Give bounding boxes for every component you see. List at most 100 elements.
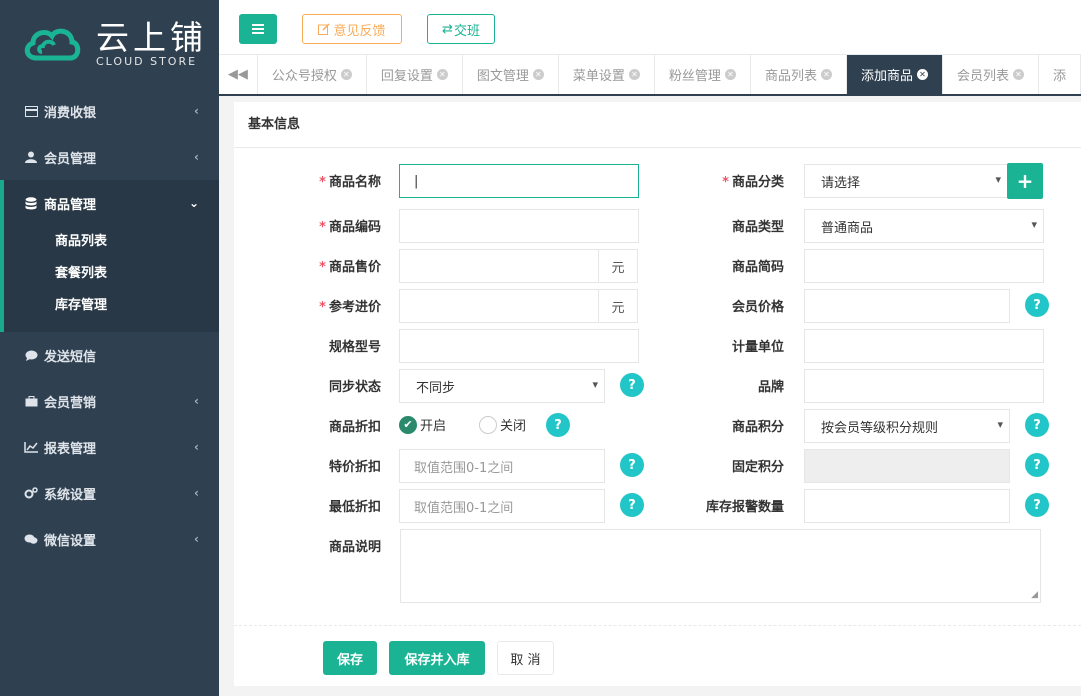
tab-scroll-left-button[interactable]: ◀◀ bbox=[219, 55, 258, 94]
close-icon[interactable]: ✕ bbox=[340, 69, 352, 80]
logo-title: 云上铺 bbox=[96, 17, 207, 57]
discount-off-radio[interactable]: 关闭 bbox=[479, 415, 526, 434]
tab-label: 会员列表 bbox=[956, 69, 1009, 84]
measure-unit-label: 计量单位 bbox=[731, 340, 784, 355]
sidebar-item-sms[interactable]: 发送短信 bbox=[0, 332, 219, 378]
add-category-button[interactable]: + bbox=[1007, 163, 1043, 199]
short-code-input[interactable] bbox=[804, 249, 1044, 283]
product-category-select[interactable]: 请选择 bbox=[804, 164, 1008, 198]
tab-fans-mgmt[interactable]: 粉丝管理 ✕ bbox=[655, 55, 751, 94]
radio-circle-icon bbox=[479, 415, 497, 434]
help-icon[interactable]: ? bbox=[1025, 413, 1049, 437]
tab-bar: ◀◀ 公众号授权 ✕ 回复设置 ✕ 图文管理 ✕ 菜单设置 ✕ 粉丝管理 ✕ 商品列表 ✕ … bbox=[219, 55, 1081, 96]
spec-input[interactable] bbox=[399, 329, 639, 363]
sidebar-subitem-package-list[interactable]: 套餐列表 bbox=[4, 258, 219, 290]
product-code-input[interactable] bbox=[399, 209, 639, 243]
ref-price-input[interactable] bbox=[399, 289, 599, 323]
sidebar-subitem-inventory[interactable]: 库存管理 bbox=[4, 290, 219, 322]
sidebar-item-label: 发送短信 bbox=[44, 349, 97, 365]
tab-label: 图文管理 bbox=[476, 69, 529, 84]
card-icon bbox=[24, 104, 38, 118]
help-icon[interactable]: ? bbox=[1025, 493, 1049, 517]
edit-icon bbox=[318, 23, 331, 35]
product-type-select[interactable]: 普通商品 bbox=[804, 209, 1044, 243]
close-icon[interactable]: ✕ bbox=[628, 69, 640, 80]
measure-unit-input[interactable] bbox=[804, 329, 1044, 363]
tab-label: 公众号授权 bbox=[271, 69, 337, 84]
menu-toggle-button[interactable] bbox=[239, 14, 277, 44]
close-icon[interactable]: ✕ bbox=[1012, 69, 1024, 80]
user-icon bbox=[24, 150, 38, 164]
sale-price-unit: 元 bbox=[598, 249, 638, 283]
chevron-left-icon: ‹ bbox=[194, 394, 199, 408]
logo[interactable]: 云上铺 CLOUD STORE bbox=[0, 0, 219, 88]
tab-menu-settings[interactable]: 菜单设置 ✕ bbox=[559, 55, 655, 94]
sync-status-select[interactable]: 不同步 bbox=[399, 369, 605, 403]
resize-grip-icon[interactable]: ◢ bbox=[1031, 590, 1038, 600]
close-icon[interactable]: ✕ bbox=[436, 69, 448, 80]
help-icon[interactable]: ? bbox=[1025, 453, 1049, 477]
tab-product-list[interactable]: 商品列表 ✕ bbox=[751, 55, 847, 94]
description-label: 商品说明 bbox=[328, 540, 381, 555]
tab-member-list[interactable]: 会员列表 ✕ bbox=[943, 55, 1039, 94]
special-discount-input[interactable]: 取值范围0-1之间 bbox=[399, 449, 605, 483]
divider bbox=[234, 625, 1081, 626]
member-price-input[interactable] bbox=[804, 289, 1010, 323]
cancel-button[interactable]: 取 消 bbox=[497, 641, 554, 675]
chevron-down-icon: ⌄ bbox=[188, 196, 199, 210]
feedback-label: 意见反馈 bbox=[333, 23, 386, 39]
sidebar-item-reports[interactable]: 报表管理 ‹ bbox=[0, 424, 219, 470]
ref-price-label: * 参考进价 bbox=[319, 300, 381, 315]
tab-overflow[interactable]: 添 bbox=[1039, 55, 1081, 94]
sidebar-item-members[interactable]: 会员管理 ‹ bbox=[0, 134, 219, 180]
sale-price-input[interactable] bbox=[399, 249, 599, 283]
description-textarea[interactable]: ◢ bbox=[400, 529, 1041, 603]
sidebar-item-settings[interactable]: 系统设置 ‹ bbox=[0, 470, 219, 516]
sidebar-item-marketing[interactable]: 会员营销 ‹ bbox=[0, 378, 219, 424]
points-select[interactable]: 按会员等级积分规则 bbox=[804, 409, 1010, 443]
tab-article-mgmt[interactable]: 图文管理 ✕ bbox=[463, 55, 559, 94]
help-icon[interactable]: ? bbox=[546, 413, 570, 437]
stock-alert-input[interactable] bbox=[804, 489, 1010, 523]
close-icon[interactable]: ✕ bbox=[724, 69, 736, 80]
chevron-left-icon: ‹ bbox=[194, 104, 199, 118]
shift-label: 交班 bbox=[453, 23, 480, 39]
close-icon[interactable]: ✕ bbox=[820, 69, 832, 80]
close-icon[interactable]: ✕ bbox=[916, 69, 928, 80]
radio-label: 开启 bbox=[420, 419, 447, 434]
database-icon bbox=[24, 196, 38, 210]
help-icon[interactable]: ? bbox=[620, 373, 644, 397]
tab-wechat-auth[interactable]: 公众号授权 ✕ bbox=[258, 55, 367, 94]
min-discount-input[interactable]: 取值范围0-1之间 bbox=[399, 489, 605, 523]
brand-input[interactable] bbox=[804, 369, 1044, 403]
save-and-stock-button[interactable]: 保存并入库 bbox=[389, 641, 485, 675]
tab-label: 粉丝管理 bbox=[668, 69, 721, 84]
short-code-label: 商品简码 bbox=[731, 260, 784, 275]
sidebar-item-products[interactable]: 商品管理 ⌄ bbox=[4, 180, 219, 226]
help-icon[interactable]: ? bbox=[620, 453, 644, 477]
sidebar-item-label: 系统设置 bbox=[44, 487, 97, 503]
help-icon[interactable]: ? bbox=[620, 493, 644, 517]
help-icon[interactable]: ? bbox=[1025, 293, 1049, 317]
close-icon[interactable]: ✕ bbox=[532, 69, 544, 80]
tab-reply-settings[interactable]: 回复设置 ✕ bbox=[367, 55, 463, 94]
save-button[interactable]: 保存 bbox=[323, 641, 377, 675]
sidebar-item-wechat[interactable]: 微信设置 ‹ bbox=[0, 516, 219, 562]
product-name-input[interactable]: | bbox=[399, 164, 639, 198]
tab-add-product[interactable]: 添加商品 ✕ bbox=[846, 55, 943, 94]
sidebar-item-label: 会员营销 bbox=[44, 395, 97, 411]
briefcase-icon bbox=[24, 394, 38, 408]
fixed-points-input bbox=[804, 449, 1010, 483]
ref-price-unit: 元 bbox=[598, 289, 638, 323]
discount-on-radio[interactable]: ✔ 开启 bbox=[399, 415, 446, 434]
shift-change-button[interactable]: ⇄ 交班 bbox=[427, 14, 495, 44]
feedback-button[interactable]: 意见反馈 bbox=[302, 14, 402, 44]
member-price-label: 会员价格 bbox=[731, 300, 784, 315]
exchange-icon: ⇄ bbox=[442, 21, 453, 37]
sidebar-item-cashier[interactable]: 消费收银 ‹ bbox=[0, 88, 219, 134]
product-name-label: * 商品名称 bbox=[319, 175, 381, 190]
stock-alert-label: 库存报警数量 bbox=[705, 500, 784, 515]
sidebar-subitem-product-list[interactable]: 商品列表 bbox=[4, 226, 219, 258]
chevron-left-icon: ‹ bbox=[194, 532, 199, 546]
section-title: 基本信息 bbox=[234, 102, 1081, 148]
